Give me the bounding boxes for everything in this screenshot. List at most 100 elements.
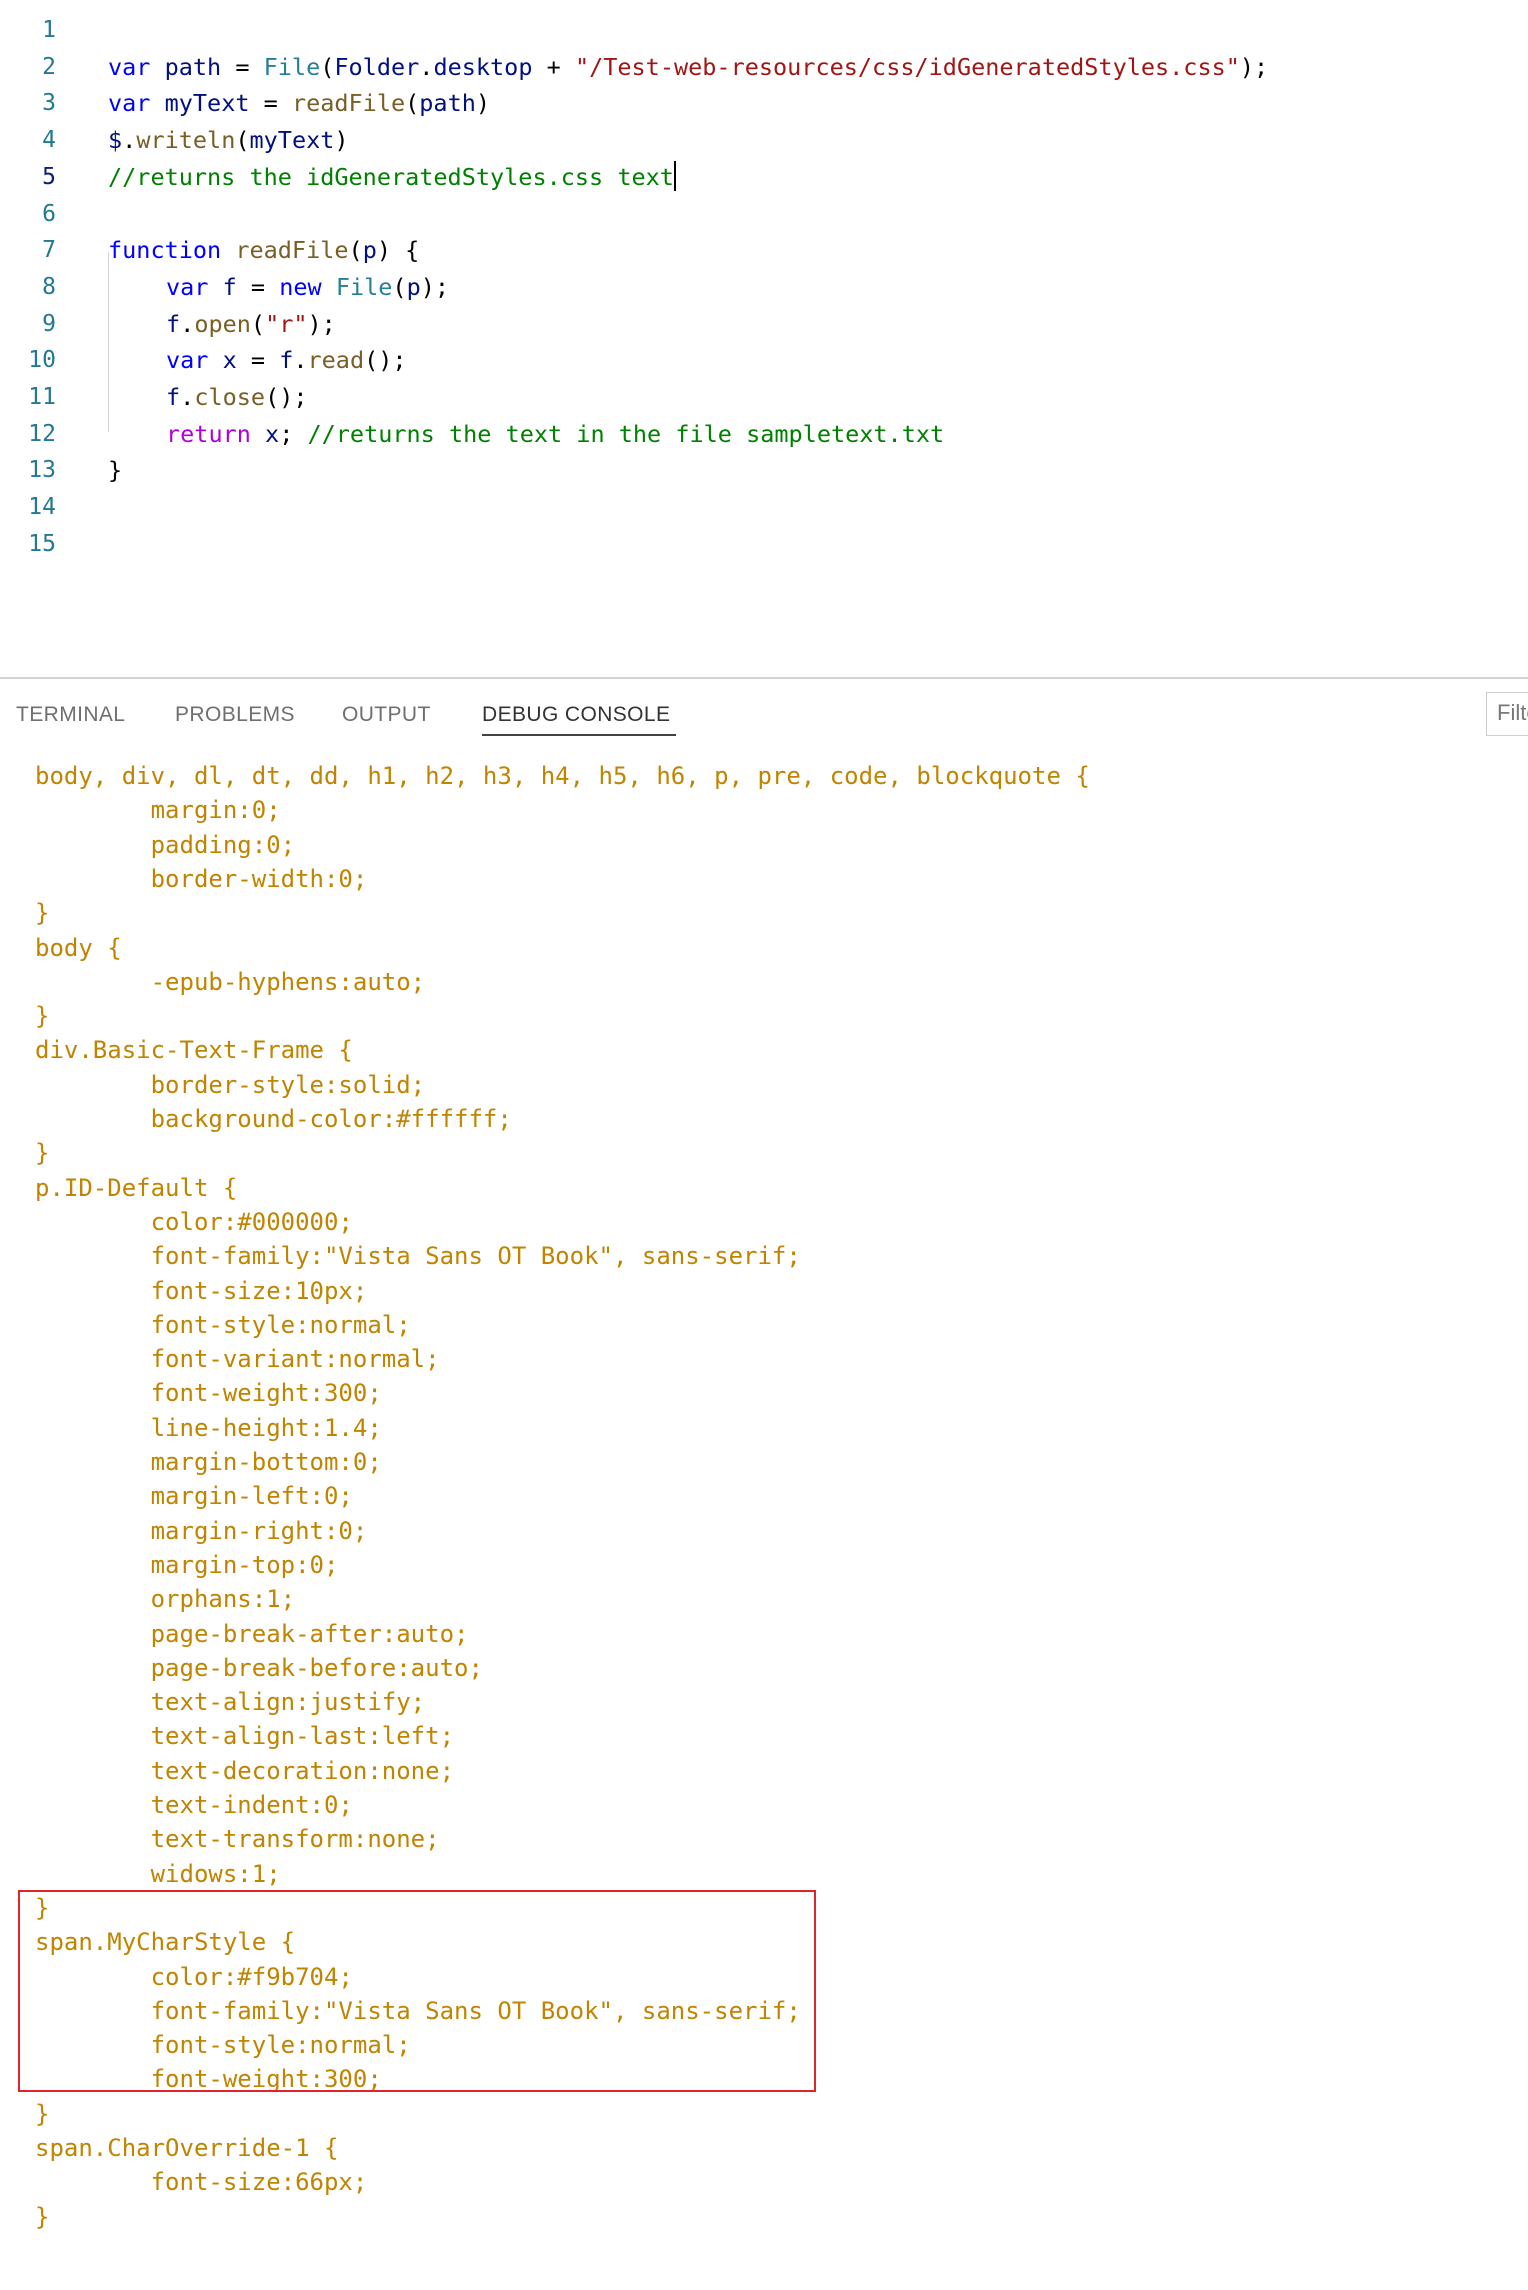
console-line: span.CharOverride-1 { — [35, 2134, 339, 2162]
code-token: path — [150, 52, 236, 81]
editor-line[interactable]: 11 f.close(); — [0, 379, 1528, 415]
console-line: } — [35, 1893, 50, 1922]
console-line: text-decoration:none; — [35, 1756, 455, 1785]
code-text: } — [108, 452, 122, 488]
line-number: 8 — [42, 273, 56, 300]
code-token: var — [166, 272, 209, 301]
editor-line[interactable]: 8 var f = new File(p); — [0, 269, 1528, 305]
line-number: 5 — [42, 163, 56, 190]
code-token: "/Test-web-resources/css/idGeneratedStyl… — [574, 52, 1240, 81]
panel-tabs: TERMINAL PROBLEMS OUTPUT DEBUG CONSOLE — [0, 679, 1528, 739]
console-line: line-height:1.4; — [35, 1413, 382, 1442]
console-line: } — [35, 899, 50, 928]
console-line: body { — [35, 933, 122, 962]
console-line: page-break-before:auto; — [35, 1653, 483, 1682]
console-line: margin-right:0; — [35, 1516, 368, 1545]
editor-line[interactable]: 2 var path = File(Folder.desktop + "/Test… — [0, 49, 1528, 85]
code-token: ( — [348, 236, 363, 265]
code-token: f — [208, 272, 251, 301]
code-token: f — [166, 383, 181, 411]
console-line: padding:0; — [35, 830, 296, 859]
console-line: } — [35, 1002, 50, 1031]
editor-line[interactable]: 4 $.writeln(myText) — [0, 122, 1528, 158]
code-token: return — [166, 419, 251, 448]
console-line: font-weight:300; — [35, 2065, 382, 2094]
code-text: function readFile(p) { — [108, 232, 419, 268]
code-text: return x; //returns the text in the file… — [166, 416, 944, 452]
console-line: text-align:justify; — [35, 1688, 426, 1717]
console-line: span.MyCharStyle { — [35, 1928, 296, 1957]
console-line: border-width:0; — [35, 864, 368, 893]
code-token: new — [279, 272, 322, 301]
editor-line[interactable]: 7 function readFile(p) { — [0, 232, 1528, 268]
code-token: p — [406, 272, 421, 301]
code-editor[interactable]: 1 2 var path = File(Folder.desktop + "/Tes… — [0, 0, 1528, 675]
console-line: page-break-after:auto; — [35, 1619, 469, 1648]
code-token: ( — [235, 126, 250, 155]
code-token: f — [279, 346, 294, 375]
line-number: 7 — [42, 237, 56, 264]
code-token: ; — [279, 419, 308, 448]
console-line: margin:0; — [35, 796, 281, 825]
filter-input[interactable] — [1487, 693, 1528, 733]
console-line: text-align-last:left; — [35, 1722, 455, 1751]
tab-problems[interactable]: PROBLEMS — [175, 679, 295, 739]
console-line: p.ID-Default { — [35, 1173, 238, 1202]
code-token: ( — [250, 309, 266, 338]
console-line: border-style:solid; — [35, 1070, 426, 1099]
code-token: x — [250, 419, 280, 448]
code-token: } — [108, 456, 123, 485]
editor-line[interactable]: 14 — [0, 489, 1528, 525]
editor-line[interactable]: 12 return x; //returns the text in the fi… — [0, 416, 1528, 452]
code-text: $.writeln(myText) — [108, 122, 349, 158]
code-token: $ — [108, 126, 123, 155]
line-number: 13 — [28, 457, 56, 484]
line-number: 14 — [28, 494, 56, 521]
editor-line[interactable]: 3 var myText = readFile(path) — [0, 85, 1528, 121]
line-number: 15 — [28, 530, 56, 557]
code-token: ); — [307, 309, 336, 338]
editor-line[interactable]: 13} — [0, 452, 1528, 488]
line-number: 4 — [42, 127, 56, 154]
console-line: margin-bottom:0; — [35, 1448, 382, 1476]
line-number: 3 — [42, 90, 56, 117]
code-text: f.close(); — [166, 379, 308, 415]
editor-line[interactable]: 9 f.open("r"); — [0, 306, 1528, 342]
tab-terminal[interactable]: TERMINAL — [16, 679, 125, 739]
editor-line[interactable]: 10 var x = f.read(); — [0, 342, 1528, 378]
editor-line[interactable]: 15 — [0, 526, 1528, 562]
code-token: path — [419, 89, 476, 118]
code-token: (); — [364, 346, 407, 375]
code-token: ) — [475, 89, 491, 118]
console-line: color:#f9b704; — [35, 1962, 353, 1991]
line-number: 12 — [28, 420, 56, 447]
line-number: 10 — [28, 347, 56, 374]
console-line: } — [35, 1139, 50, 1168]
code-token: myText — [150, 89, 264, 118]
code-token: . — [122, 126, 137, 155]
editor-line[interactable]: 5 //returns the idGeneratedStyles.css tex… — [0, 159, 1528, 195]
code-token: = — [250, 272, 280, 301]
code-text: var path = File(Folder.desktop + "/Test-… — [108, 49, 1268, 85]
console-line: font-size:10px; — [35, 1276, 368, 1305]
code-token: //returns the idGeneratedStyles.css text — [108, 162, 674, 191]
code-token: open — [194, 309, 251, 338]
code-token: Folder — [334, 52, 420, 81]
code-token: read — [307, 346, 365, 375]
tab-debug-console[interactable]: DEBUG CONSOLE — [482, 679, 670, 739]
console-filter[interactable] — [1486, 692, 1528, 736]
line-number: 1 — [42, 17, 56, 43]
console-line: font-family:"Vista Sans OT Book", sans-s… — [35, 1242, 801, 1271]
editor-line[interactable]: 1 — [0, 12, 1528, 48]
console-line: widows:1; — [35, 1859, 281, 1888]
code-token: . — [419, 52, 434, 81]
console-line: font-variant:normal; — [35, 1345, 440, 1374]
console-line: font-weight:300; — [35, 1379, 382, 1408]
console-line: text-indent:0; — [35, 1791, 353, 1819]
tab-output[interactable]: OUTPUT — [342, 679, 431, 739]
console-line: font-size:66px; — [35, 2168, 368, 2197]
console-line: } — [35, 2202, 50, 2231]
code-token: function — [108, 236, 222, 265]
editor-line[interactable]: 6 — [0, 196, 1528, 232]
code-token: ); — [420, 272, 450, 301]
